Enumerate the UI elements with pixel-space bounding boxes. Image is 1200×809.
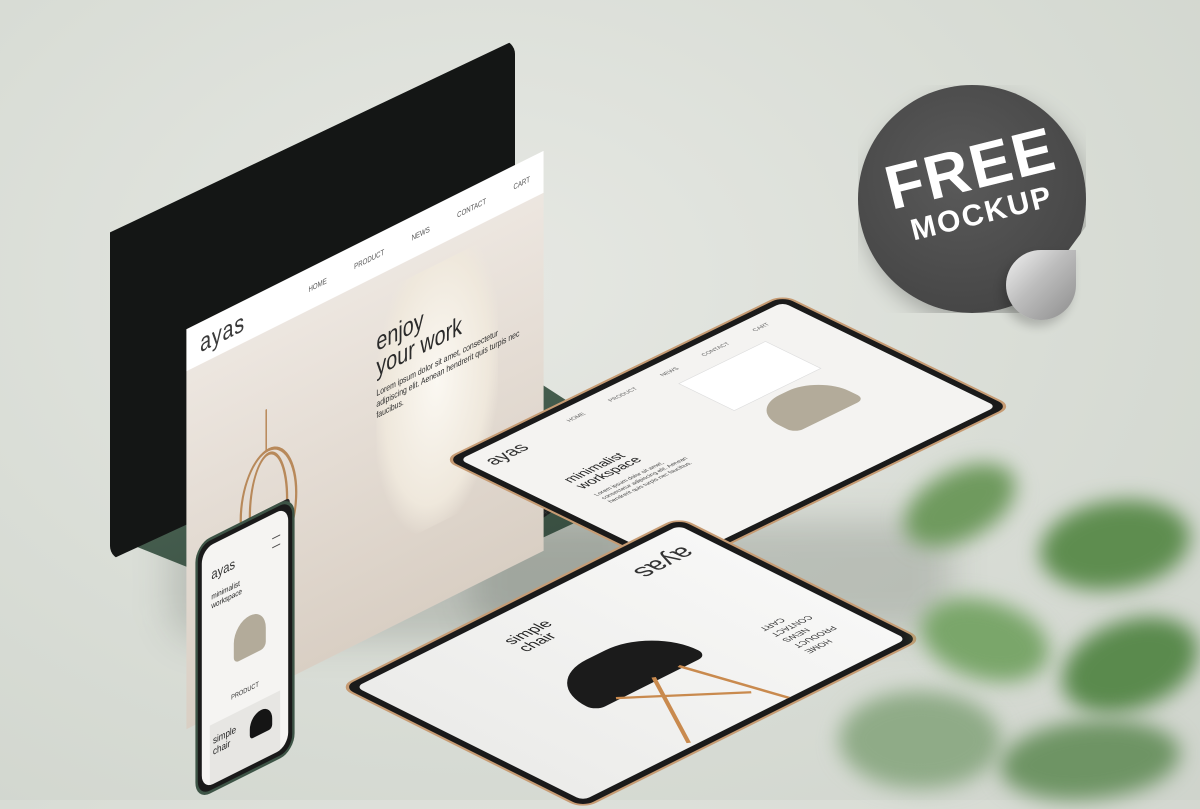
plant-leaf <box>1053 608 1200 722</box>
mockup-scene: ayas HOME PRODUCT NEWS CONTACT CART enjo… <box>0 0 1200 809</box>
phone-chair-image <box>233 607 266 664</box>
laptop-nav-home: HOME <box>308 275 327 294</box>
tablet-back-nav-home: HOME <box>565 412 588 423</box>
tablet-front-logo: ayas <box>625 543 703 582</box>
laptop-nav-contact: CONTACT <box>457 195 487 220</box>
tablet-back-nav-product: PRODUCT <box>607 386 640 403</box>
tablet-front-title: simple chair <box>499 618 570 654</box>
phone-screen: ayas minimalist workspace PRODUCT simple… <box>201 506 289 790</box>
chair-leg <box>651 677 691 744</box>
hamburger-menu-icon <box>272 534 281 549</box>
phone: ayas minimalist workspace PRODUCT simple… <box>195 495 295 801</box>
tablet-back-logo: ayas <box>478 440 535 468</box>
phone-title: minimalist workspace <box>211 578 242 611</box>
laptop-nav-cart: CART <box>513 174 530 192</box>
plant-leaf <box>832 676 1008 804</box>
phone-logo: ayas <box>211 554 236 583</box>
plant-leaf <box>1040 500 1190 590</box>
laptop-nav-news: NEWS <box>411 224 430 243</box>
laptop-nav-product: PRODUCT <box>354 246 385 271</box>
tablet-back-nav-cart: CART <box>751 322 772 333</box>
chair-leg <box>615 691 752 700</box>
tablet-front-menu: HOME PRODUCT NEWS CONTACT CART <box>755 607 851 655</box>
sticker-peel-curl <box>1006 250 1076 320</box>
plant-leaf <box>1000 720 1180 800</box>
tablet-back-nav-contact: CONTACT <box>700 341 732 358</box>
tablet-back-nav-news: NEWS <box>659 366 681 378</box>
